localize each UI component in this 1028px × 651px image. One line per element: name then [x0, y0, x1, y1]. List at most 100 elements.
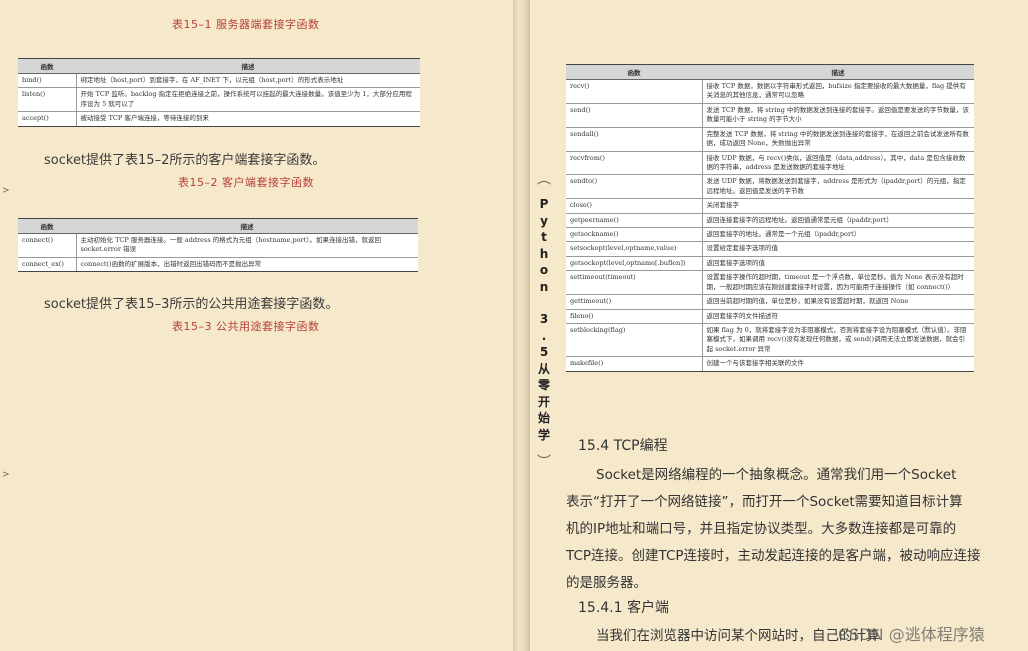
table-row: accept() 被动接受 TCP 客户端连接，等待连接的到来: [18, 111, 420, 127]
description-cell: 开始 TCP 监听。backlog 指定在拒绝连接之前，操作系统可以挂起的最大连…: [76, 87, 420, 113]
body-text-line: 的是服务器。: [566, 575, 647, 591]
spine-char: n: [539, 279, 549, 294]
spine-char: 从: [537, 361, 550, 376]
column-header: 描述: [702, 64, 974, 80]
function-name-cell: setblocking(flag): [566, 323, 703, 358]
function-name-cell: settimeout(timeout): [566, 270, 703, 296]
paragraph: socket提供了表15–3所示的公共用途套接字函数。: [44, 297, 339, 312]
spine-char: 学: [537, 427, 550, 442]
spine-char: t: [541, 230, 547, 244]
description-cell: 创建一个与该套接字相关联的文件: [702, 356, 974, 372]
column-header: 函数: [566, 64, 702, 80]
description-cell: 主动初始化 TCP 服务器连接。一般 address 的格式为元组（hostna…: [76, 233, 418, 258]
common-socket-table: 函数 描述 recv() 接收 TCP 数据，数据以字符串形式返回，bufsize…: [566, 64, 974, 372]
description-cell: 返回连接套接字的远程地址。返回值通常是元组（ipaddr,port）: [702, 213, 974, 229]
description-cell: 返回套接字选项的值: [702, 256, 974, 272]
table-row: send() 发送 TCP 数据，将 string 中的数据发送到连接的套接字。返…: [566, 103, 974, 128]
page-edge-mark: >: [2, 186, 10, 196]
description-cell: 发送 UDP 数据，将数据发送到套接字，address 是形式为（ipaddr,…: [702, 174, 974, 200]
spine-char: P: [539, 197, 549, 211]
body-text-line: 机的IP地址和端口号，并且指定协议类型。大多数连接都是可靠的: [566, 521, 957, 537]
function-name-cell: sendall(): [566, 127, 703, 152]
spine-char: 3: [539, 312, 549, 326]
function-name-cell: accept(): [18, 111, 77, 127]
paragraph: socket提供了表15–2所示的客户端套接字函数。: [44, 153, 326, 168]
function-name-cell: makefile(): [566, 356, 703, 372]
column-header: 描述: [76, 218, 418, 234]
table-row: fileno() 返回套接字的文件描述符: [566, 309, 974, 325]
body-text-line: TCP连接。创建TCP连接时，主动发起连接的是客户端，被动响应连接: [566, 548, 981, 564]
function-name-cell: connect_ex(): [18, 257, 77, 273]
book-spine-title: ⌒ Python 3. 5 从零开始学 ⌒: [533, 182, 555, 482]
table-row: close() 关闭套接字: [566, 198, 974, 214]
table-row: gettimeout() 返回当前超时期的值，单位是秒，如果没有设置超时期，就返回…: [566, 294, 974, 310]
table-caption-1: 表15–1 服务器端套接字函数: [172, 18, 320, 31]
client-socket-table: 函数 描述 connect() 主动初始化 TCP 服务器连接。一般 addres…: [18, 218, 418, 273]
column-header: 描述: [76, 58, 420, 74]
spine-char: 始: [537, 411, 550, 425]
description-cell: 设置套接字操作的超时期，timeout 是一个浮点数，单位是秒。值为 None …: [702, 270, 974, 296]
section-title: 15.4 TCP编程: [578, 438, 668, 454]
function-name-cell: sendto(): [566, 174, 703, 200]
table-row: setblocking(flag) 如果 flag 为 0，就将套接字设为非阻塞模…: [566, 323, 974, 358]
description-cell: 设置给定套接字选项的值: [702, 241, 974, 257]
table-caption-2: 表15–2 客户端套接字函数: [178, 176, 314, 189]
ornament-icon: ⌒: [537, 442, 551, 458]
function-name-cell: close(): [566, 198, 703, 214]
spine-char: 5: [539, 345, 549, 359]
function-name-cell: send(): [566, 103, 703, 128]
description-cell: 接收 UDP 数据，与 recv()类似，返回值是（data,address）。…: [702, 151, 974, 176]
table-row: recv() 接收 TCP 数据，数据以字符串形式返回，bufsize 指定要接收…: [566, 79, 974, 104]
description-cell: 发送 TCP 数据，将 string 中的数据发送到连接的套接字。返回值是要发送…: [702, 103, 974, 128]
function-name-cell: listen(): [18, 87, 77, 113]
description-cell: 接收 TCP 数据，数据以字符串形式返回，bufsize 指定要接收的最大数据量…: [702, 79, 974, 104]
description-cell: 返回套接字的地址。通常是一个元组（ipaddr,port）: [702, 227, 974, 243]
function-name-cell: recvfrom(): [566, 151, 703, 176]
function-name-cell: getsockopt(level,optname[.buflen]): [566, 256, 703, 272]
description-cell: 返回套接字的文件描述符: [702, 309, 974, 325]
book-gutter: [513, 0, 530, 651]
function-name-cell: gettimeout(): [566, 294, 703, 310]
function-name-cell: connect(): [18, 233, 77, 258]
server-socket-table: 函数 描述 bind() 绑定地址（host,port）到套接字，在 AF_INE…: [18, 58, 420, 127]
table-row: listen() 开始 TCP 监听。backlog 指定在拒绝连接之前，操作系统…: [18, 87, 420, 113]
table-row: makefile() 创建一个与该套接字相关联的文件: [566, 356, 974, 372]
ornament-icon: ⌒: [537, 181, 551, 197]
function-name-cell: fileno(): [566, 309, 703, 325]
body-text-line: Socket是网络编程的一个抽象概念。通常我们用一个Socket: [596, 467, 957, 483]
description-cell: 绑定地址（host,port）到套接字，在 AF_INET 下，以元组（host…: [76, 73, 420, 89]
body-text-line: 当我们在浏览器中访问某个网站时，自己的计算: [596, 628, 880, 644]
description-cell: 被动接受 TCP 客户端连接，等待连接的到来: [76, 111, 420, 127]
table-row: setsockopt(level,optname,value) 设置给定套接字选项…: [566, 241, 974, 257]
table-row: getsockopt(level,optname[.buflen]) 返回套接字选…: [566, 256, 974, 272]
spine-char: [533, 295, 555, 311]
table-row: sendto() 发送 UDP 数据，将数据发送到套接字，address 是形式为…: [566, 174, 974, 200]
spine-char: .: [541, 328, 547, 343]
table-row: getpeername() 返回连接套接字的远程地址。返回值通常是元组（ipadd…: [566, 213, 974, 229]
spine-char: o: [539, 263, 549, 277]
function-name-cell: bind(): [18, 73, 77, 89]
spine-char: y: [540, 213, 548, 228]
table-caption-3: 表15–3 公共用途套接字函数: [172, 320, 320, 333]
page-edge-mark: >: [2, 470, 10, 480]
column-header: 函数: [18, 218, 76, 234]
description-cell: 完整发送 TCP 数据，将 string 中的数据发送到连接的套接字，在返回之前…: [702, 127, 974, 152]
function-name-cell: setsockopt(level,optname,value): [566, 241, 703, 257]
spine-char: h: [539, 246, 549, 261]
description-cell: 返回当前超时期的值，单位是秒，如果没有设置超时期，就返回 None: [702, 294, 974, 310]
function-name-cell: getpeername(): [566, 213, 703, 229]
table-row: settimeout(timeout) 设置套接字操作的超时期，timeout 是…: [566, 270, 974, 296]
table-row: sendall() 完整发送 TCP 数据，将 string 中的数据发送到连接的…: [566, 127, 974, 152]
column-header: 函数: [18, 58, 76, 74]
spine-char: 零: [537, 378, 550, 392]
description-cell: 关闭套接字: [702, 198, 974, 214]
table-row: recvfrom() 接收 UDP 数据，与 recv()类似，返回值是（data…: [566, 151, 974, 176]
function-name-cell: recv(): [566, 79, 703, 104]
table-row: bind() 绑定地址（host,port）到套接字，在 AF_INET 下，以元…: [18, 73, 420, 89]
description-cell: connect()函数的扩展版本，出错时返回出错码而不是抛出异常: [76, 257, 418, 273]
description-cell: 如果 flag 为 0，就将套接字设为非阻塞模式，否则将套接字设为阻塞模式（默认…: [702, 323, 974, 358]
watermark-text: CSDN @逃体程序猿: [838, 625, 985, 644]
spine-char: 开: [537, 394, 550, 409]
table-row: getsockname() 返回套接字的地址。通常是一个元组（ipaddr,por…: [566, 227, 974, 243]
body-text-line: 表示“打开了一个网络链接”，而打开一个Socket需要知道目标计算: [566, 494, 963, 510]
